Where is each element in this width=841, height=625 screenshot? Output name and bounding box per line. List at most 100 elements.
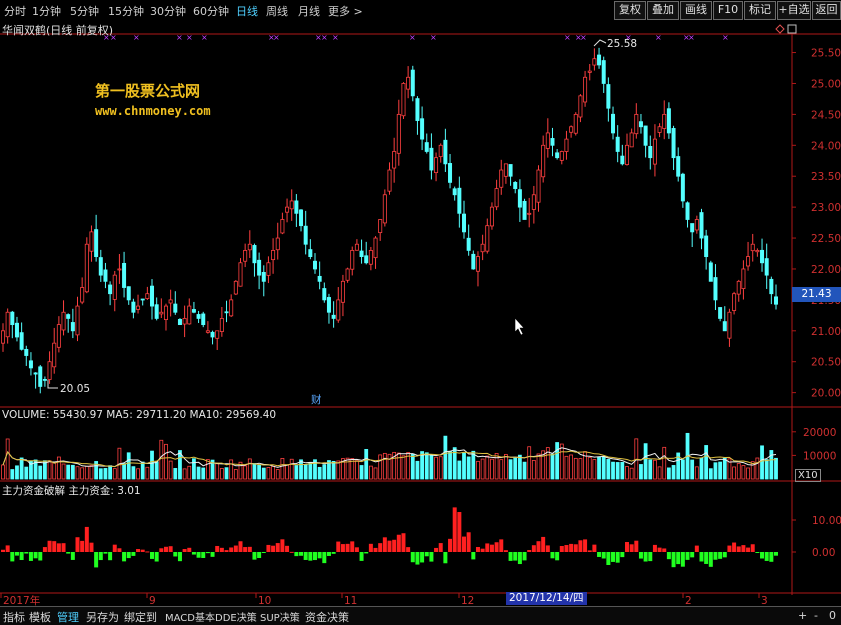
candle-body xyxy=(238,262,243,287)
fund-bar xyxy=(340,544,345,552)
candle-body xyxy=(5,311,10,338)
volume-bar xyxy=(755,457,760,480)
volume-bar xyxy=(629,467,634,480)
draw-line-button[interactable]: 画线 xyxy=(680,1,712,20)
fund-bar xyxy=(396,534,401,552)
volume-bar xyxy=(47,460,52,480)
volume-bar xyxy=(387,453,392,480)
candle-body xyxy=(271,250,276,261)
volume-bar xyxy=(61,463,66,480)
candle-body xyxy=(606,84,611,109)
candle-body xyxy=(317,275,322,282)
fund-bar xyxy=(434,547,439,552)
period-tab-daily[interactable]: 日线 xyxy=(236,3,258,19)
period-tab-30min[interactable]: 30分钟 xyxy=(150,3,186,19)
diamond-icon[interactable] xyxy=(775,24,785,34)
candle-body xyxy=(205,330,210,333)
candle-body xyxy=(38,366,43,387)
volume-bar xyxy=(192,458,196,480)
add-favorite-button[interactable]: +自选 xyxy=(777,1,811,20)
fund-bar xyxy=(10,552,15,562)
tab-save-as[interactable]: 另存为 xyxy=(86,609,119,625)
period-tab-15min[interactable]: 15分钟 xyxy=(108,3,144,19)
period-tab-weekly[interactable]: 周线 xyxy=(266,3,288,19)
volume-bar xyxy=(140,461,145,480)
volume-bar xyxy=(573,457,578,480)
tab-manage[interactable]: 管理 xyxy=(57,609,79,625)
period-tab-1min[interactable]: 1分钟 xyxy=(32,3,61,19)
candle-body xyxy=(569,126,574,133)
fund-bar xyxy=(550,552,555,559)
volume-bar xyxy=(662,446,667,480)
volume-bar xyxy=(15,465,19,480)
fund-bar xyxy=(624,542,629,552)
zoom-in-button[interactable]: + xyxy=(798,609,807,622)
volume-bar xyxy=(122,463,126,480)
tab-sup[interactable]: SUP决策 xyxy=(260,609,300,624)
top-toolbar: 分时 1分钟 5分钟 15分钟 30分钟 60分钟 日线 周线 月线 更多 > … xyxy=(0,0,841,20)
zoom-out-button[interactable]: - xyxy=(814,609,818,622)
candle-body xyxy=(755,250,760,253)
fund-bar xyxy=(615,552,620,563)
volume-bar xyxy=(280,458,285,480)
period-tab-fenshi[interactable]: 分时 xyxy=(4,3,26,19)
volume-bar xyxy=(56,456,61,480)
signal-marker: × xyxy=(133,33,140,42)
candle-body xyxy=(531,194,536,210)
square-icon[interactable] xyxy=(787,24,797,34)
fuquan-button[interactable]: 复权 xyxy=(614,1,646,20)
fund-bar xyxy=(471,552,476,560)
volume-bar xyxy=(299,459,303,480)
volume-bar xyxy=(285,464,289,480)
fund-bar xyxy=(592,544,597,552)
candle-body xyxy=(601,60,606,84)
volume-bar xyxy=(690,459,695,480)
fund-bar xyxy=(438,543,443,552)
reset-button[interactable]: 0 xyxy=(829,609,836,622)
volume-bar xyxy=(625,466,629,480)
candle-body xyxy=(434,157,439,174)
volume-bar xyxy=(760,445,764,480)
fund-bar xyxy=(741,545,746,552)
tab-indicator[interactable]: 指标 xyxy=(3,609,25,625)
candle-body xyxy=(117,268,122,271)
volume-bar xyxy=(396,452,401,480)
fund-bar xyxy=(317,552,322,559)
candle-body xyxy=(28,360,33,369)
signal-marker: × xyxy=(332,33,339,42)
period-tab-more[interactable]: 更多 > xyxy=(328,3,363,19)
overlay-button[interactable]: 叠加 xyxy=(647,1,679,20)
volume-bar xyxy=(10,469,15,480)
fund-bar xyxy=(294,552,299,557)
period-tab-5min[interactable]: 5分钟 xyxy=(70,3,99,19)
candle-body xyxy=(615,136,620,152)
tab-dde[interactable]: DDE决策 xyxy=(215,609,257,624)
candle-body xyxy=(294,200,299,214)
f10-button[interactable]: F10 xyxy=(713,1,743,20)
volume-bar xyxy=(666,467,671,480)
period-tab-monthly[interactable]: 月线 xyxy=(298,3,320,19)
price-tick-label: 22.00 xyxy=(811,264,841,276)
volume-bar xyxy=(694,466,699,480)
event-marker-cai[interactable]: 财 xyxy=(311,393,322,406)
candle-body xyxy=(420,118,425,140)
mark-button[interactable]: 标记 xyxy=(744,1,776,20)
tab-fund[interactable]: 资金决策 xyxy=(305,609,349,625)
volume-bar xyxy=(224,467,229,480)
max-price-annotation: 25.58 xyxy=(593,38,637,50)
fund-bar xyxy=(448,538,453,552)
fund-bar xyxy=(94,552,99,568)
tab-template[interactable]: 模板 xyxy=(29,609,51,625)
fund-bar xyxy=(210,552,215,557)
tab-macd[interactable]: MACD基本 xyxy=(165,609,215,624)
candle-body xyxy=(191,309,196,313)
candle-body xyxy=(638,121,643,128)
volume-bar xyxy=(448,451,452,480)
back-button[interactable]: 返回 xyxy=(812,1,841,20)
tab-bind-to[interactable]: 绑定到 xyxy=(124,609,157,625)
fund-bar xyxy=(559,546,564,552)
period-tab-60min[interactable]: 60分钟 xyxy=(193,3,229,19)
fund-bar xyxy=(33,552,38,559)
volume-bar xyxy=(173,468,178,480)
candle-body xyxy=(177,319,182,326)
